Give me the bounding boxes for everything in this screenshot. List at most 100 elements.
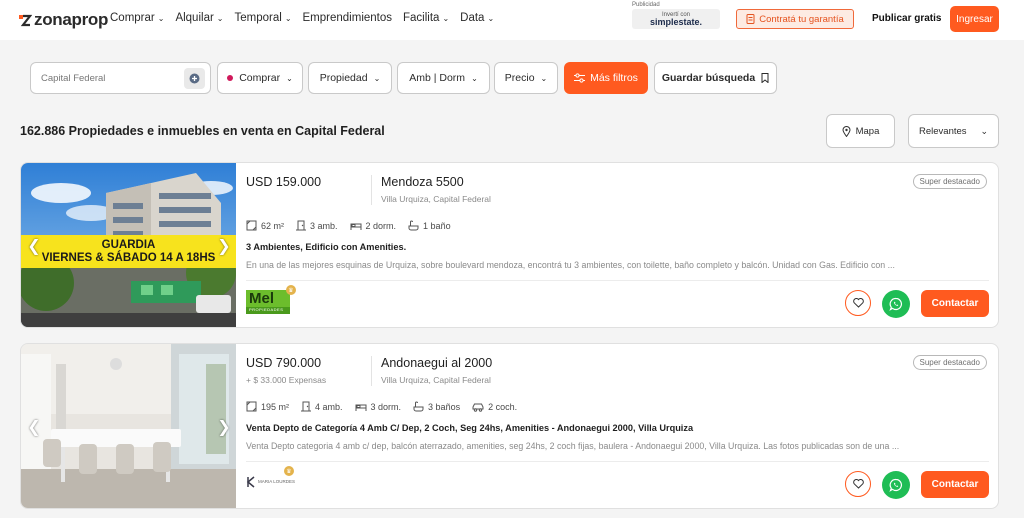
whatsapp-icon xyxy=(889,297,902,311)
agency-mark-icon xyxy=(246,476,255,488)
agency-logo-text: MARIA LOURDES xyxy=(258,479,296,484)
nav-temporal[interactable]: Temporal ⌄ xyxy=(235,12,292,24)
nav-comprar[interactable]: Comprar ⌄ xyxy=(110,12,164,24)
price-block: USD 159.000 xyxy=(246,175,372,205)
feature-rooms: 4 amb. xyxy=(301,401,343,412)
whatsapp-button[interactable] xyxy=(882,290,910,318)
login-button[interactable]: Ingresar xyxy=(950,6,999,32)
bed-icon xyxy=(350,223,362,230)
door-icon xyxy=(296,220,307,231)
property-filter[interactable]: Propiedad ⌄ xyxy=(308,62,392,94)
listing-location: Villa Urquiza, Capital Federal xyxy=(381,194,491,204)
listing-price: USD 790.000 xyxy=(246,356,322,370)
listing-headline[interactable]: Venta Depto de Categoría 4 Amb C/ Dep, 2… xyxy=(246,423,693,433)
document-icon xyxy=(746,14,755,24)
feature-garage: 2 coch. xyxy=(472,401,517,412)
chevron-down-icon: ⌄ xyxy=(980,125,988,136)
feature-bedrooms: 3 dorm. xyxy=(355,401,401,412)
chevron-down-icon: ⌄ xyxy=(216,13,224,23)
nav-data[interactable]: Data ⌄ xyxy=(460,12,494,24)
add-location-button[interactable] xyxy=(184,68,205,89)
nav-alquilar[interactable]: Alquilar ⌄ xyxy=(175,12,223,24)
bathtub-icon xyxy=(408,220,419,231)
banner-line-1: GUARDIA xyxy=(101,239,156,252)
feature-area: 195 m² xyxy=(246,401,289,412)
listing-address[interactable]: Andonaegui al 2000 xyxy=(381,356,492,370)
listing-card[interactable]: GUARDIA VIERNES & SÁBADO 14 A 18HS ❮ ❯ U… xyxy=(20,162,999,328)
zonaprop-logo-icon xyxy=(19,14,32,27)
more-filters-button[interactable]: Más filtros xyxy=(564,62,648,94)
chevron-down-icon: ⌄ xyxy=(286,73,293,83)
price-block: USD 790.000 + $ 33.000 Expensas xyxy=(246,356,372,386)
card-divider xyxy=(246,280,989,281)
whatsapp-button[interactable] xyxy=(882,471,910,499)
feature-bathrooms: 1 baño xyxy=(408,220,451,231)
listing-description: Venta Depto categoria 4 amb c/ dep, balc… xyxy=(246,441,900,451)
sort-select[interactable]: Relevantes ⌄ xyxy=(908,114,999,148)
premium-crown-icon: ♛ xyxy=(284,466,294,476)
favorite-button[interactable] xyxy=(845,471,871,497)
agency-logo[interactable]: Mel PROPIEDADES ♛ xyxy=(246,285,296,319)
operation-filter[interactable]: Comprar ⌄ xyxy=(217,62,303,94)
bed-icon xyxy=(355,404,367,411)
logo-text: zonaprop xyxy=(34,10,109,29)
save-search-button[interactable]: Guardar búsqueda xyxy=(654,62,777,94)
premium-crown-icon: ♛ xyxy=(286,285,296,295)
guarantee-button[interactable]: Contratá tu garantía xyxy=(736,9,854,29)
open-house-banner: GUARDIA VIERNES & SÁBADO 14 A 18HS xyxy=(21,235,236,268)
main-nav: Comprar ⌄ Alquilar ⌄ Temporal ⌄ Emprendimie… xyxy=(110,12,505,24)
whatsapp-icon xyxy=(889,478,902,492)
agency-logo-subtext: PROPIEDADES xyxy=(249,307,284,312)
chevron-down-icon: ⌄ xyxy=(284,13,292,23)
guarantee-label: Contratá tu garantía xyxy=(759,13,844,25)
banner-line-2: VIERNES & SÁBADO 14 A 18HS xyxy=(41,251,216,264)
nav-facilita[interactable]: Facilita ⌄ xyxy=(403,12,449,24)
listing-features: 62 m² 3 amb. 2 dorm. 1 baño xyxy=(246,220,451,231)
listing-location: Villa Urquiza, Capital Federal xyxy=(381,375,491,385)
listing-photo[interactable]: ❮ ❯ xyxy=(21,344,236,508)
listing-address[interactable]: Mendoza 5500 xyxy=(381,175,491,189)
filters-bar: Comprar ⌄ Propiedad ⌄ Amb | Dorm ⌄ Preci… xyxy=(0,40,1024,110)
contact-button[interactable]: Contactar xyxy=(921,290,989,317)
listing-headline[interactable]: 3 Ambientes, Edificio con Amenities. xyxy=(246,242,406,252)
top-header: zonaprop Comprar ⌄ Alquilar ⌄ Temporal ⌄ Em… xyxy=(0,0,1024,40)
listing-description: En una de las mejores esquinas de Urquiz… xyxy=(246,260,895,270)
nav-emprendimientos[interactable]: Emprendimientos xyxy=(303,12,392,24)
listing-price: USD 159.000 xyxy=(246,175,322,189)
publish-link[interactable]: Publicar gratis xyxy=(872,13,941,24)
ad-label: Publicidad xyxy=(632,2,660,8)
ad-banner[interactable]: Publicidad Invertí con simplestate. xyxy=(632,2,720,36)
chevron-down-icon: ⌄ xyxy=(471,73,478,83)
photo-next-arrow[interactable]: ❯ xyxy=(217,418,231,436)
location-search-input[interactable] xyxy=(31,63,181,93)
contact-button[interactable]: Contactar xyxy=(921,471,989,498)
zonaprop-logo[interactable]: zonaprop xyxy=(18,10,108,30)
heart-icon xyxy=(852,298,864,308)
feature-area: 62 m² xyxy=(246,220,284,231)
listing-photo[interactable]: GUARDIA VIERNES & SÁBADO 14 A 18HS ❮ ❯ xyxy=(21,163,236,327)
bathtub-icon xyxy=(413,401,424,412)
favorite-button[interactable] xyxy=(845,290,871,316)
super-featured-tag: Super destacado xyxy=(912,174,987,189)
interior-photo xyxy=(21,344,236,508)
chevron-down-icon: ⌄ xyxy=(487,13,495,23)
agency-logo-text: Mel xyxy=(249,290,275,307)
plus-circle-icon xyxy=(189,73,200,84)
map-pin-icon xyxy=(842,125,851,137)
rooms-filter[interactable]: Amb | Dorm ⌄ xyxy=(397,62,490,94)
listing-card[interactable]: ❮ ❯ USD 790.000 + $ 33.000 Expensas Ando… xyxy=(20,343,999,509)
map-button[interactable]: Mapa xyxy=(826,114,895,148)
chevron-down-icon: ⌄ xyxy=(442,13,450,23)
sliders-icon xyxy=(574,73,586,83)
card-divider xyxy=(246,461,989,462)
address-block: Andonaegui al 2000 Villa Urquiza, Capita… xyxy=(381,356,492,385)
heart-icon xyxy=(852,479,864,489)
price-filter[interactable]: Precio ⌄ xyxy=(494,62,558,94)
area-icon xyxy=(246,220,257,231)
photo-next-arrow[interactable]: ❯ xyxy=(217,237,231,255)
results-title: 162.886 Propiedades e inmuebles en venta… xyxy=(20,124,385,138)
photo-prev-arrow[interactable]: ❮ xyxy=(27,237,41,255)
bookmark-icon xyxy=(761,73,769,83)
photo-prev-arrow[interactable]: ❮ xyxy=(27,418,41,436)
listing-features: 195 m² 4 amb. 3 dorm. 3 baños 2 coch. xyxy=(246,401,517,412)
